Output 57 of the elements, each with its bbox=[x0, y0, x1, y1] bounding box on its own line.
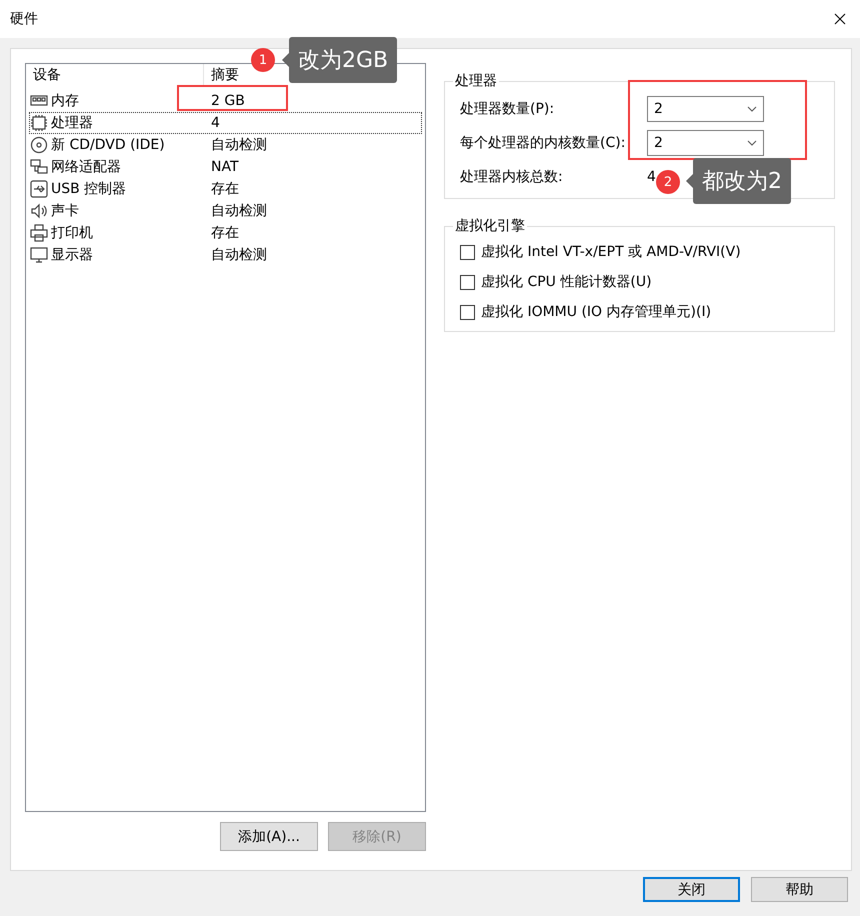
device-summary: 自动检测 bbox=[210, 202, 268, 220]
dropdown[interactable]: 2 bbox=[647, 96, 764, 122]
device-name: 内存 bbox=[51, 92, 79, 110]
device-row[interactable]: 打印机 存在 bbox=[29, 222, 422, 244]
device-summary: 自动检测 bbox=[210, 136, 268, 154]
close-icon[interactable] bbox=[834, 13, 846, 25]
dialog-button[interactable]: 关闭 bbox=[643, 877, 740, 902]
field-label: 处理器内核总数: bbox=[460, 168, 564, 186]
dropdown[interactable]: 2 bbox=[647, 130, 764, 156]
device-summary: 存在 bbox=[210, 180, 240, 198]
device-name: 打印机 bbox=[51, 224, 93, 242]
usb-icon bbox=[30, 180, 48, 198]
checkbox[interactable] bbox=[460, 304, 475, 320]
chevron-down-icon[interactable] bbox=[747, 140, 757, 146]
monitor-icon bbox=[30, 246, 48, 264]
annotation-tooltip: 都改为2 bbox=[693, 158, 791, 204]
device-name: USB 控制器 bbox=[51, 180, 126, 198]
chip-icon bbox=[30, 114, 48, 132]
window-title: 硬件 bbox=[10, 10, 38, 28]
device-name: 声卡 bbox=[51, 202, 79, 220]
device-name: 处理器 bbox=[51, 114, 93, 132]
list-button[interactable]: 添加(A)... bbox=[220, 822, 318, 851]
tooltip-arrow bbox=[282, 53, 289, 67]
checkbox-label: 虚拟化 Intel VT-x/EPT 或 AMD-V/RVI(V) bbox=[481, 243, 741, 261]
device-row[interactable]: 声卡 自动检测 bbox=[29, 200, 422, 222]
device-row[interactable]: 网络适配器 NAT bbox=[29, 156, 422, 178]
checkbox-label: 虚拟化 CPU 性能计数器(U) bbox=[481, 273, 652, 291]
column-header[interactable]: 设备 bbox=[29, 64, 203, 86]
total-value: 4 bbox=[647, 169, 656, 185]
device-row[interactable]: USB 控制器 存在 bbox=[29, 178, 422, 200]
device-summary: 存在 bbox=[210, 224, 240, 242]
device-summary: 自动检测 bbox=[210, 246, 268, 264]
device-name: 网络适配器 bbox=[51, 158, 121, 176]
checkbox-label: 虚拟化 IOMMU (IO 内存管理单元)(I) bbox=[481, 303, 712, 321]
checkbox[interactable] bbox=[460, 244, 475, 260]
device-row[interactable]: 处理器 4 bbox=[29, 112, 422, 134]
chevron-down-icon[interactable] bbox=[747, 106, 757, 112]
tooltip-arrow bbox=[686, 174, 693, 188]
field-label: 处理器数量(P): bbox=[460, 100, 556, 118]
device-summary: NAT bbox=[210, 159, 240, 175]
dialog-button[interactable]: 帮助 bbox=[751, 877, 848, 902]
device-summary: 4 bbox=[210, 115, 221, 131]
field-label: 每个处理器的内核数量(C): bbox=[460, 134, 626, 152]
device-name: 新 CD/DVD (IDE) bbox=[51, 136, 165, 154]
checkbox[interactable] bbox=[460, 274, 475, 290]
device-name: 显示器 bbox=[51, 246, 93, 264]
network-icon bbox=[30, 158, 48, 176]
printer-icon bbox=[30, 224, 48, 242]
group-title: 虚拟化引擎 bbox=[454, 217, 526, 235]
disc-icon bbox=[30, 136, 48, 154]
group-title: 处理器 bbox=[454, 72, 498, 90]
device-row[interactable]: 新 CD/DVD (IDE) 自动检测 bbox=[29, 134, 422, 156]
annotation-tooltip: 改为2GB bbox=[289, 37, 398, 83]
device-summary: 2 GB bbox=[210, 93, 246, 109]
device-row[interactable]: 显示器 自动检测 bbox=[29, 244, 422, 266]
speaker-icon bbox=[30, 202, 48, 220]
device-row[interactable]: 内存 2 GB bbox=[29, 90, 422, 112]
